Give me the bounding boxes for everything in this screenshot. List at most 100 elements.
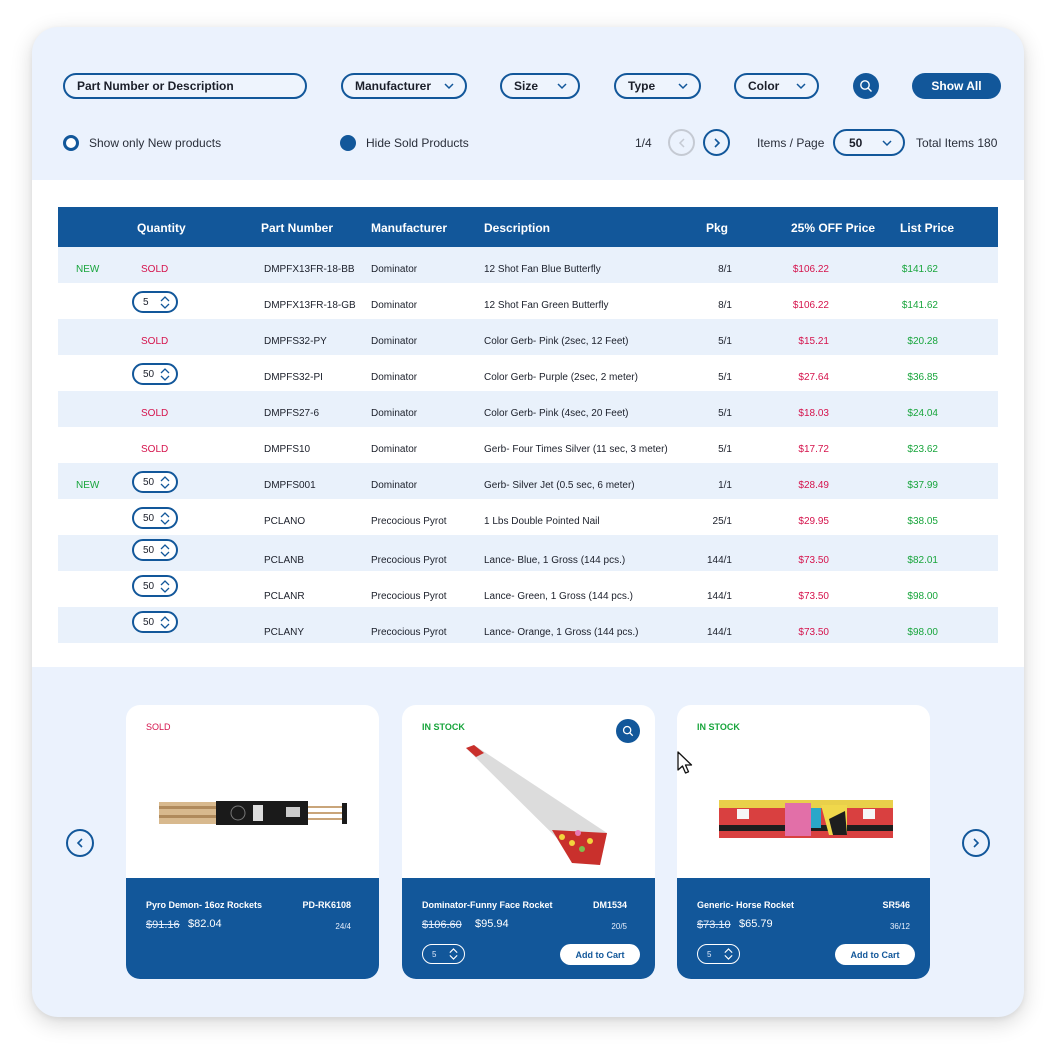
card-product-name: Generic- Horse Rocket (697, 900, 795, 910)
header-part-number: Part Number (261, 221, 334, 235)
list-price: $141.62 (901, 300, 938, 311)
quantity-stepper[interactable]: 5 (132, 291, 178, 313)
sale-price: $18.03 (798, 408, 829, 419)
table-row: SOLD DMPFS27-6 Dominator Color Gerb- Pink (… (58, 391, 998, 427)
table-row: 50 PCLANO Precocious Pyrot 1 Lbs Double Poi… (58, 499, 998, 535)
show-new-products-toggle[interactable]: Show only New products (63, 135, 221, 151)
part-number: DMPFS27-6 (264, 408, 320, 419)
new-badge: NEW (76, 264, 100, 275)
card-info: Dominator-Funny Face Rocket DM1534 $106.… (402, 878, 655, 979)
stepper-arrows-icon[interactable] (723, 947, 734, 961)
items-per-page-label: Items / Page (757, 136, 825, 150)
package: 8/1 (718, 300, 732, 311)
package: 144/1 (706, 627, 732, 638)
card-quantity-value: 5 (707, 949, 712, 959)
part-number: DMPFX13FR-18-BB (264, 264, 355, 275)
carousel-prev-button[interactable] (66, 829, 94, 857)
package: 1/1 (718, 480, 732, 491)
manufacturer: Dominator (371, 264, 418, 275)
card-pack: 20/5 (611, 922, 627, 931)
quantity-value: 50 (143, 616, 155, 628)
chevron-right-icon (713, 137, 720, 148)
list-price: $38.05 (907, 516, 938, 527)
card-pack: 36/12 (889, 922, 910, 931)
stepper-arrows-icon[interactable] (159, 367, 171, 382)
size-dropdown-label: Size (514, 79, 539, 93)
chevron-down-icon (678, 83, 688, 90)
stepper-arrows-icon[interactable] (159, 543, 171, 558)
search-icon (622, 725, 634, 737)
product-card[interactable]: SOLD Pyro Demon- 16oz Rockets PD-RK6108 … (126, 705, 379, 979)
list-price: $98.00 (907, 591, 938, 602)
product-card[interactable]: IN STOCK Dominator-Funny Face Rocket DM1… (402, 705, 655, 979)
prev-page-button[interactable] (668, 129, 695, 156)
search-input[interactable]: Part Number or Description (63, 73, 307, 99)
sale-price: $73.50 (798, 591, 829, 602)
sale-price: $17.72 (798, 444, 829, 455)
show-new-radio[interactable] (63, 135, 79, 151)
card-info: Pyro Demon- 16oz Rockets PD-RK6108 $91.1… (126, 878, 379, 979)
stepper-arrows-icon[interactable] (159, 475, 171, 490)
list-price: $20.28 (907, 336, 938, 347)
sale-price: $29.95 (798, 516, 829, 527)
part-number: DMPFS32-PI (264, 372, 323, 383)
quantity-stepper[interactable]: 50 (132, 539, 178, 561)
manufacturer: Dominator (371, 444, 418, 455)
product-image (719, 800, 893, 838)
quantity-value: 50 (143, 544, 155, 556)
package: 144/1 (706, 591, 732, 602)
list-price: $23.62 (907, 444, 938, 455)
description: Lance- Green, 1 Gross (144 pcs.) (484, 591, 633, 602)
card-status: IN STOCK (422, 722, 465, 732)
add-to-cart-button[interactable]: Add to Cart (835, 944, 915, 965)
sold-status: SOLD (141, 336, 169, 347)
search-button[interactable] (853, 73, 879, 99)
product-carousel: SOLD Pyro Demon- 16oz Rockets PD-RK6108 … (32, 667, 1024, 1017)
quantity-stepper[interactable]: 50 (132, 611, 178, 633)
quick-view-button[interactable] (616, 719, 640, 743)
description: 12 Shot Fan Blue Butterfly (484, 264, 601, 275)
stepper-arrows-icon[interactable] (159, 511, 171, 526)
type-dropdown[interactable]: Type (614, 73, 701, 99)
sold-status: SOLD (141, 444, 169, 455)
card-price: $82.04 (188, 918, 222, 930)
product-card[interactable]: IN STOCK Generic- Horse Rocket SR546 $73… (677, 705, 930, 979)
quantity-value: 50 (143, 476, 155, 488)
sale-price: $106.22 (792, 264, 829, 275)
stepper-arrows-icon[interactable] (159, 579, 171, 594)
quantity-stepper[interactable]: 50 (132, 363, 178, 385)
card-quantity-stepper[interactable]: 5 (422, 944, 465, 964)
header-manufacturer: Manufacturer (371, 221, 448, 235)
manufacturer-dropdown[interactable]: Manufacturer (341, 73, 467, 99)
part-number: DMPFS001 (264, 480, 316, 491)
card-quantity-stepper[interactable]: 5 (697, 944, 740, 964)
next-page-button[interactable] (703, 129, 730, 156)
description: Color Gerb- Pink (2sec, 12 Feet) (484, 336, 629, 347)
quantity-stepper[interactable]: 50 (132, 575, 178, 597)
items-per-page-select[interactable]: 50 (833, 129, 905, 156)
show-all-button[interactable]: Show All (912, 73, 1001, 99)
package: 25/1 (712, 516, 732, 527)
table-body: NEW SOLD DMPFX13FR-18-BB Dominator 12 Shot F… (58, 247, 998, 643)
header-pkg: Pkg (706, 221, 729, 235)
package: 5/1 (718, 336, 732, 347)
carousel-next-button[interactable] (962, 829, 990, 857)
package: 144/1 (706, 555, 732, 566)
stepper-arrows-icon[interactable] (159, 295, 171, 310)
quantity-stepper[interactable]: 50 (132, 507, 178, 529)
stepper-arrows-icon[interactable] (448, 947, 459, 961)
quantity-stepper[interactable]: 50 (132, 471, 178, 493)
chevron-down-icon (796, 83, 806, 90)
package: 5/1 (718, 408, 732, 419)
part-number: DMPFX13FR-18-GB (264, 300, 356, 311)
hide-sold-radio[interactable] (340, 135, 356, 151)
card-quantity-value: 5 (432, 949, 437, 959)
show-new-label: Show only New products (89, 136, 222, 150)
add-to-cart-button[interactable]: Add to Cart (560, 944, 640, 965)
color-dropdown[interactable]: Color (734, 73, 819, 99)
manufacturer-dropdown-label: Manufacturer (355, 79, 432, 93)
stepper-arrows-icon[interactable] (159, 615, 171, 630)
size-dropdown[interactable]: Size (500, 73, 580, 99)
hide-sold-label: Hide Sold Products (366, 136, 469, 150)
hide-sold-products-toggle[interactable]: Hide Sold Products (340, 135, 469, 151)
